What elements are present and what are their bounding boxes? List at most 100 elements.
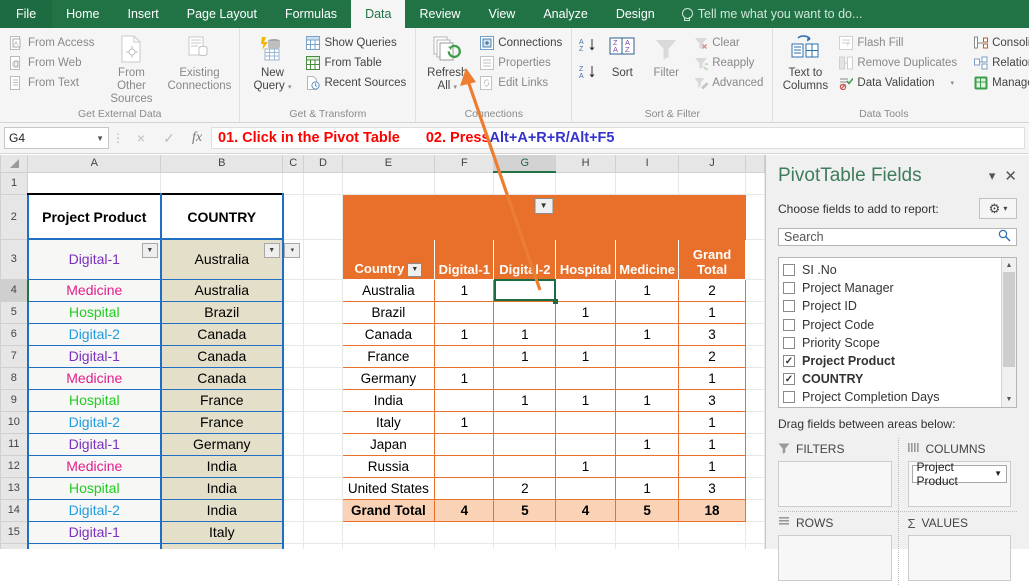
cell-C7[interactable] [282,344,305,368]
checkbox-project-product[interactable]: ✓ [783,355,795,368]
cell-A9[interactable]: Hospital [26,388,162,412]
row-header-10[interactable]: 10 [0,410,29,434]
cell-D14[interactable] [303,498,343,522]
cell-B3[interactable]: Australia ▼ [160,238,284,280]
cell-C5[interactable] [282,300,305,324]
cell-K4[interactable] [744,278,765,302]
new-query-button[interactable]: New Query ▾ [245,31,299,96]
cell-K11[interactable] [744,432,765,456]
cell-A3[interactable]: Digital-1 ▼ [26,238,162,280]
tab-insert[interactable]: Insert [114,0,173,28]
search-icon[interactable] [998,229,1011,245]
pivot-header-country[interactable]: Country ▼ [341,238,436,280]
area-columns[interactable]: COLUMNS Project Product ▼ [897,437,1018,511]
autofilter-extra-icon[interactable]: ▾ [284,242,301,258]
field-item-project-product[interactable]: ✓ Project Product [783,352,1001,370]
pivot-cell-9-4[interactable]: 3 [678,476,746,500]
pivot-cell-4-4[interactable]: 1 [678,366,746,390]
checkbox-project-manager[interactable] [783,282,795,295]
row-header-7[interactable]: 7 [0,344,29,368]
cell-B1[interactable] [160,171,284,195]
cell-A10[interactable]: Digital-2 [26,410,162,434]
pivot-cell-7-0[interactable] [434,432,495,456]
column-header-K[interactable] [744,155,765,173]
pivot-cell-7-4[interactable]: 1 [678,432,746,456]
tab-file[interactable]: File [0,0,53,28]
cell-D8[interactable] [303,366,343,390]
cell-D9[interactable] [303,388,343,412]
data-validation-button[interactable]: Data Validation ▾ [834,73,961,92]
spreadsheet-grid[interactable]: A B C D E F G H I J 1 2 Project Product … [0,155,765,549]
pivot-cell-7-2[interactable] [555,432,616,456]
cell-K10[interactable] [744,410,765,434]
cell-B12[interactable]: India [160,454,284,478]
flash-fill-button[interactable]: Flash Fill [834,33,961,52]
pivot-grand-total-4[interactable]: 18 [678,498,746,522]
pivot-cell-3-1[interactable]: 1 [493,344,557,368]
cell-D11[interactable] [303,432,343,456]
advanced-button[interactable]: Advanced [689,73,767,92]
cell-A16[interactable]: Medicine [26,542,162,549]
cell-K16[interactable] [744,542,765,549]
tab-analyze[interactable]: Analyze [529,0,601,28]
autofilter-country-icon[interactable]: ▼ [263,243,280,258]
area-box-columns[interactable]: Project Product ▼ [907,460,1011,507]
clear-button[interactable]: Clear [689,33,767,52]
cell-I16[interactable] [614,542,680,549]
cell-A8[interactable]: Medicine [26,366,162,390]
pivot-cell-8-3[interactable] [614,454,680,478]
sort-ascending-button[interactable]: AZ [579,37,599,58]
cell-E16[interactable] [341,542,436,549]
cell-C8[interactable] [282,366,305,390]
pivot-grand-total-0[interactable]: 4 [434,498,495,522]
cell-B13[interactable]: India [160,476,284,500]
tab-page-layout[interactable]: Page Layout [173,0,271,28]
source-header-project-product[interactable]: Project Product [26,193,162,240]
cell-C9[interactable] [282,388,305,412]
field-pill-caret-icon[interactable]: ▼ [994,469,1002,478]
row-header-6[interactable]: 6 [0,322,29,346]
cell-C14[interactable] [282,498,305,522]
cell-A11[interactable]: Digital-1 [26,432,162,456]
pivot-cell-5-0[interactable] [434,388,495,412]
cell-D15[interactable] [303,520,343,544]
pivot-cell-2-0[interactable]: 1 [434,322,495,346]
pivot-cell-3-4[interactable]: 2 [678,344,746,368]
cell-K13[interactable] [744,476,765,500]
column-header-E[interactable]: E [341,155,436,173]
pivot-cell-1-0[interactable] [434,300,495,324]
cell-A13[interactable]: Hospital [26,476,162,500]
pivot-cell-0-2[interactable] [555,278,616,302]
refresh-all-button[interactable]: Refresh All ▾ [421,31,473,96]
cell-A1[interactable] [27,171,162,195]
cell-G16[interactable] [493,542,557,549]
cell-D2[interactable] [303,193,343,240]
properties-button[interactable]: Properties [475,53,566,72]
scrollbar-track[interactable] [1002,367,1016,393]
pivot-cell-2-1[interactable]: 1 [493,322,557,346]
pivot-row-label-6[interactable]: Italy [341,410,436,434]
row-header-3[interactable]: 3 [0,238,29,280]
pivot-cell-9-2[interactable] [555,476,616,500]
area-values[interactable]: Σ VALUES [897,511,1018,585]
pivot-cell-3-2[interactable]: 1 [555,344,616,368]
cell-C3[interactable]: ▾ [282,238,305,280]
cell-A6[interactable]: Digital-2 [26,322,162,346]
row-header-11[interactable]: 11 [0,432,29,456]
sort-descending-button[interactable]: ZA [579,64,599,85]
manage-data-model-button[interactable]: Manage D [969,73,1029,92]
pivot-row-label-0[interactable]: Australia [341,278,436,302]
area-filters[interactable]: FILTERS [778,438,898,511]
pivot-grand-total-label[interactable]: Grand Total [341,498,436,522]
pivot-cell-2-4[interactable]: 3 [678,322,746,346]
pane-collapse-icon[interactable]: ▾ [989,168,996,184]
checkbox-project-code[interactable] [783,318,795,331]
column-header-D[interactable]: D [303,155,343,173]
relationships-button[interactable]: Relations [969,53,1029,72]
cell-C16[interactable] [282,542,305,549]
cell-B11[interactable]: Germany [160,432,284,456]
cell-K7[interactable] [744,344,765,368]
pivot-row-label-7[interactable]: Japan [341,432,436,456]
pivot-cell-0-1[interactable] [493,278,559,304]
cell-C10[interactable] [282,410,305,434]
